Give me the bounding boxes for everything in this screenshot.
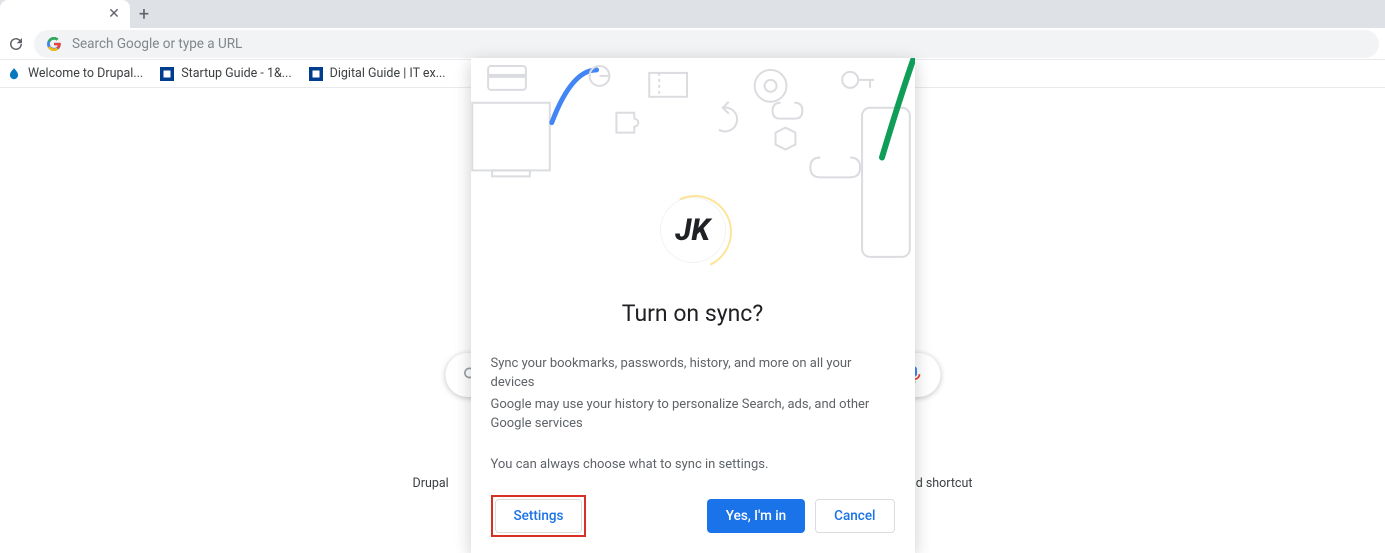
google-icon <box>46 36 62 52</box>
dialog-text-1: Sync your bookmarks, passwords, history,… <box>491 355 895 393</box>
new-tab-page: Drupal Sign in Web Store Add shortcut <box>0 88 1385 501</box>
bookmark-label: Welcome to Drupal... <box>28 66 143 81</box>
settings-highlight: Settings <box>491 495 587 537</box>
dialog-body: Turn on sync? Sync your bookmarks, passw… <box>471 282 915 479</box>
shortcut-label: Drupal <box>413 476 449 491</box>
avatar-initials: JK <box>675 213 710 248</box>
omnibox[interactable] <box>34 30 1379 58</box>
dialog-title: Turn on sync? <box>491 300 895 327</box>
close-icon[interactable]: ✕ <box>106 6 122 22</box>
shortcut-drupal[interactable]: Drupal <box>413 476 449 491</box>
new-tab-button[interactable]: + <box>130 0 158 28</box>
dialog-hero: JK <box>471 58 915 282</box>
browser-tab[interactable]: ✕ <box>0 0 130 28</box>
toolbar <box>0 28 1385 60</box>
dialog-text-2: Google may use your history to personali… <box>491 396 895 434</box>
bookmark-digital-guide[interactable]: Digital Guide | IT ex... <box>308 66 446 82</box>
yes-button[interactable]: Yes, I'm in <box>707 499 805 533</box>
address-input[interactable] <box>72 36 1367 52</box>
tab-strip: ✕ + <box>0 0 1385 28</box>
bookmark-startup-guide[interactable]: Startup Guide - 1&... <box>159 66 291 82</box>
settings-button[interactable]: Settings <box>495 499 583 533</box>
bookmark-drupal[interactable]: Welcome to Drupal... <box>6 66 143 82</box>
bookmark-label: Startup Guide - 1&... <box>181 66 291 81</box>
reload-icon <box>7 35 25 53</box>
sync-dialog: JK Turn on sync? Sync your bookmarks, pa… <box>471 58 915 553</box>
bookmark-label: Digital Guide | IT ex... <box>330 66 446 81</box>
ionos-icon <box>308 66 324 82</box>
dialog-actions: Settings Yes, I'm in Cancel <box>471 479 915 553</box>
drupal-icon <box>6 66 22 82</box>
avatar: JK <box>661 198 725 262</box>
cancel-button[interactable]: Cancel <box>815 499 894 533</box>
reload-button[interactable] <box>6 34 26 54</box>
ionos-icon <box>159 66 175 82</box>
dialog-text-3: You can always choose what to sync in se… <box>491 456 895 475</box>
